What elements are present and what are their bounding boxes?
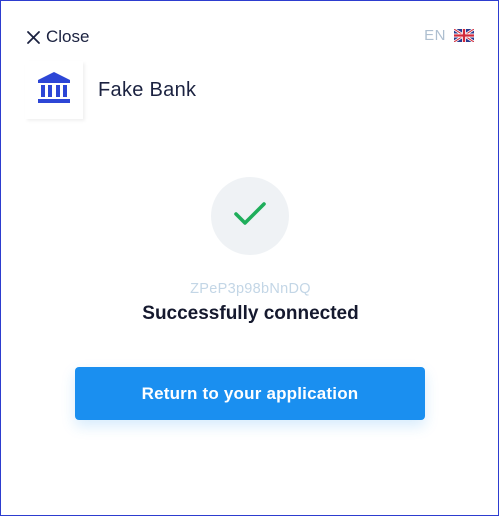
bank-logo [25, 61, 83, 119]
language-selector[interactable]: EN [424, 27, 475, 44]
checkmark-icon [233, 201, 267, 232]
close-button[interactable]: Close [26, 25, 89, 49]
connect-modal: Close EN Fake Bank ZPeP3p98bNnDQ Success… [0, 0, 499, 516]
return-to-application-button[interactable]: Return to your application [75, 367, 425, 420]
uk-flag-icon [453, 27, 475, 44]
close-label: Close [46, 27, 90, 46]
success-indicator [211, 177, 289, 255]
status-message: Successfully connected [142, 303, 359, 324]
reference-code: ZPeP3p98bNnDQ [190, 281, 311, 297]
language-code: EN [424, 27, 446, 44]
institution-header: Fake Bank [25, 61, 196, 119]
bank-building-icon [36, 71, 72, 110]
close-icon [26, 30, 41, 45]
bank-name: Fake Bank [98, 78, 197, 101]
